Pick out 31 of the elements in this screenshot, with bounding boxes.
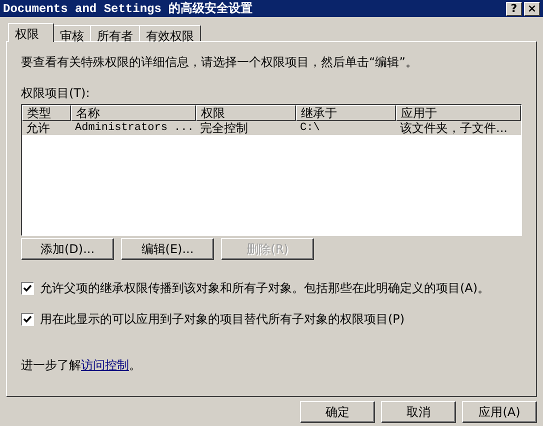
- table-cell-text: C:\: [299, 121, 321, 135]
- column-header[interactable]: 应用于: [396, 105, 521, 121]
- table-row[interactable]: 允许 Administrators ... 完全控制 C:\ 该文件夹，子文件...: [22, 121, 521, 135]
- column-header[interactable]: 类型: [22, 105, 71, 121]
- dialog-button[interactable]: 确定: [300, 401, 375, 423]
- tab[interactable]: 有效权限: [139, 25, 201, 41]
- help-button[interactable]: ?: [506, 2, 522, 16]
- learn-more-text: 进一步了解访问控制。: [21, 357, 142, 374]
- table-cell-text: 允许: [25, 121, 51, 135]
- dialog-button[interactable]: 应用(A): [462, 401, 537, 423]
- column-header[interactable]: 继承于: [296, 105, 396, 121]
- table-label: 权限项目(T):: [21, 85, 91, 102]
- dialog-button[interactable]: 取消: [381, 401, 456, 423]
- checkbox[interactable]: [21, 313, 34, 326]
- table-cell-text: 完全控制: [199, 121, 249, 135]
- checkbox-label[interactable]: 允许父项的继承权限传播到该对象和所有子对象。包括那些在此明确定义的项目(A)。: [40, 280, 490, 297]
- checkbox[interactable]: [21, 282, 34, 295]
- instruction-text: 要查看有关特殊权限的详细信息，请选择一个权限项目，然后单击“编辑”。: [21, 54, 418, 71]
- action-button[interactable]: 编辑(E)...: [121, 238, 214, 260]
- action-button[interactable]: 添加(D)...: [21, 238, 114, 260]
- window-title: Documents and Settings 的高级安全设置: [3, 0, 254, 17]
- table-cell-text: 该文件夹，子文件...: [399, 121, 508, 135]
- column-header[interactable]: 名称: [71, 105, 196, 121]
- access-control-link[interactable]: 访问控制: [81, 358, 129, 372]
- tab[interactable]: 所有者: [90, 25, 140, 41]
- column-header[interactable]: 权限: [196, 105, 296, 121]
- checkbox-label[interactable]: 用在此显示的可以应用到子对象的项目替代所有子对象的权限项目(P): [40, 311, 405, 328]
- tab[interactable]: 审核: [53, 25, 91, 41]
- close-button[interactable]: ×: [524, 2, 540, 16]
- table-cell-text: Administrators ...: [74, 121, 195, 135]
- tab[interactable]: 权限: [8, 23, 54, 42]
